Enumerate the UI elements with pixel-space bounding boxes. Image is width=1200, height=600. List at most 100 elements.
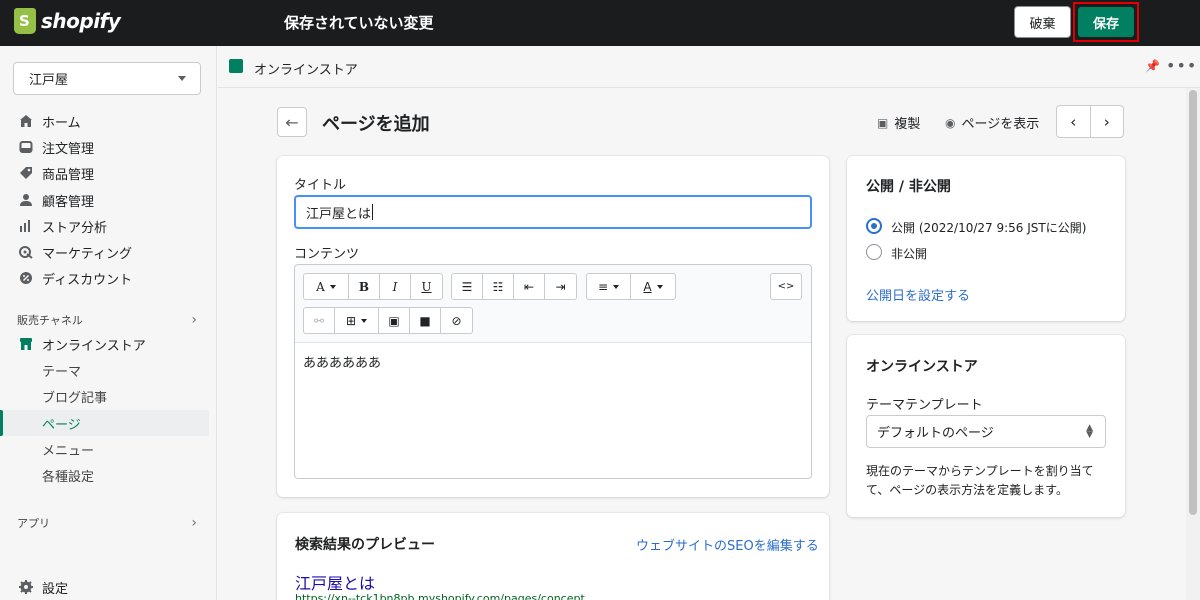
visible-radio[interactable] [866, 218, 882, 234]
seo-preview-heading: 検索結果のプレビュー [295, 537, 435, 553]
subitem-label: メニュー [42, 443, 95, 459]
sidebar-item-label: ホーム [42, 115, 81, 131]
bullet-list-button[interactable]: ☰ [452, 274, 483, 299]
bold-button[interactable]: B [349, 274, 380, 299]
title-label: タイトル [294, 178, 347, 193]
gear-icon [19, 580, 33, 594]
table-icon: ⊞ [345, 313, 357, 328]
save-button-highlight: 保存 [1073, 2, 1139, 42]
duplicate-icon: ▣ [877, 115, 889, 130]
outdent-button[interactable]: ⇤ [514, 274, 545, 299]
text-color-button[interactable]: A [631, 274, 675, 299]
sidebar-subitem-themes[interactable]: テーマ [0, 357, 209, 383]
view-page-button[interactable]: ◉ ページを表示 [945, 113, 1039, 133]
edit-seo-link[interactable]: ウェブサイトのSEOを編集する [636, 535, 819, 554]
text-format-group: A B I U [303, 273, 443, 300]
inbox-icon [19, 141, 33, 153]
sidebar-subitem-menus[interactable]: メニュー [0, 436, 209, 462]
shopify-logo[interactable]: shopify [14, 8, 121, 34]
insert-table-button[interactable]: ⊞ [335, 308, 379, 333]
indent-button[interactable]: ⇥ [545, 274, 576, 299]
insert-image-button[interactable]: ▣ [379, 308, 410, 333]
dropdown-caret-icon [656, 284, 663, 289]
sidebar-item-marketing[interactable]: マーケティング [0, 239, 217, 265]
hidden-radio[interactable] [866, 244, 882, 260]
html-code-button[interactable]: <> [771, 274, 801, 299]
sidebar-item-analytics[interactable]: ストア分析 [0, 213, 217, 239]
bullet-list-icon: ☰ [461, 279, 473, 294]
discard-button[interactable]: 破棄 [1014, 6, 1071, 38]
sidebar-item-label: ストア分析 [42, 220, 108, 236]
sidebar-subitem-pages[interactable]: ページ [0, 410, 209, 436]
unsaved-changes-message: 保存されていない変更 [284, 14, 434, 32]
italic-button[interactable]: I [380, 274, 411, 299]
sidebar-item-label: ディスカウント [42, 272, 133, 288]
sales-channels-heading[interactable]: 販売チャネル › [17, 312, 197, 328]
align-left-icon: ≡ [597, 279, 609, 294]
subitem-label: テーマ [42, 364, 82, 380]
sidebar-item-online-store[interactable]: オンラインストア [0, 331, 217, 357]
font-style-button[interactable]: A [304, 274, 349, 299]
sidebar-subitem-blog[interactable]: ブログ記事 [0, 383, 209, 409]
previous-page-button[interactable]: ‹ [1057, 106, 1091, 137]
set-visibility-date-link[interactable]: 公開日を設定する [866, 285, 970, 304]
list-group: ☰ ☷ ⇤ ⇥ [451, 273, 577, 300]
theme-template-select[interactable]: デフォルトのページ ▲ ▼ [866, 415, 1106, 448]
store-selector[interactable]: 江戸屋 [13, 62, 201, 95]
editor-body-text[interactable]: ああああああ [303, 352, 381, 371]
sales-channels-label: 販売チャネル [17, 314, 83, 327]
numbered-list-button[interactable]: ☷ [483, 274, 514, 299]
save-button[interactable]: 保存 [1078, 7, 1134, 37]
sidebar-item-orders[interactable]: 注文管理 [0, 134, 217, 160]
duplicate-button[interactable]: ▣ 複製 [877, 113, 920, 133]
hidden-radio-label: 非公開 [891, 247, 928, 261]
more-icon[interactable]: ••• [1166, 56, 1197, 75]
store-icon [20, 338, 32, 350]
align-button[interactable]: ≡ [587, 274, 631, 299]
sidebar-item-settings[interactable]: 設定 [0, 574, 217, 600]
title-value: 江戸屋とは [306, 206, 372, 222]
seo-preview-url: https://xn--tck1bn8pb.myshopify.com/page… [295, 592, 585, 600]
caret-down-icon [178, 76, 186, 81]
template-value: デフォルトのページ [877, 426, 994, 441]
sidebar: 江戸屋 ホーム 注文管理 商品管理 顧客管理 ストア分析 マーケティング ディス… [0, 46, 217, 600]
arrow-left-icon: ← [285, 112, 299, 132]
person-icon [20, 194, 32, 206]
link-icon: ⚯ [313, 313, 325, 328]
editor-toolbar: A B I U ☰ ☷ ⇤ ⇥ ≡ A <> ⚯ ⊞ ▣ ■ ⊘ [295, 265, 811, 343]
sidebar-item-home[interactable]: ホーム [0, 108, 217, 134]
numbered-list-icon: ☷ [492, 279, 504, 294]
insert-link-button[interactable]: ⚯ [304, 308, 335, 333]
text-cursor [372, 204, 374, 220]
sidebar-item-customers[interactable]: 顧客管理 [0, 187, 217, 213]
apps-heading[interactable]: アプリ › [17, 515, 197, 531]
code-group: <> [770, 273, 802, 300]
dropdown-caret-icon [613, 284, 620, 289]
rich-text-editor[interactable]: A B I U ☰ ☷ ⇤ ⇥ ≡ A <> ⚯ ⊞ ▣ ■ ⊘ ああああああ [294, 264, 812, 479]
back-button[interactable]: ← [277, 107, 307, 137]
template-help-text: 現在のテーマからテンプレートを割り当てて、ページの表示方法を定義します。 [866, 464, 1094, 497]
title-input[interactable]: 江戸屋とは [294, 195, 812, 229]
color-btn-label: A [643, 279, 652, 294]
sidebar-item-products[interactable]: 商品管理 [0, 160, 217, 186]
visible-radio-label: 公開 (2022/10/27 9:56 JSTに公開) [891, 221, 1087, 235]
scrollbar-thumb[interactable] [1189, 90, 1197, 515]
underline-button[interactable]: U [411, 274, 442, 299]
discount-icon [20, 272, 32, 284]
sidebar-item-label: オンラインストア [42, 338, 146, 354]
align-color-group: ≡ A [586, 273, 676, 300]
online-store-heading: オンラインストア [866, 359, 978, 375]
sidebar-item-discounts[interactable]: ディスカウント [0, 265, 217, 291]
pin-icon[interactable]: 📌 [1145, 59, 1160, 73]
sidebar-item-label: 注文管理 [42, 141, 95, 157]
channel-label: オンラインストア [254, 63, 358, 78]
scrollbar[interactable] [1186, 88, 1200, 600]
indent-icon: ⇥ [555, 279, 566, 294]
insert-group: ⚯ ⊞ ▣ ■ ⊘ [303, 307, 473, 334]
clear-formatting-button[interactable]: ⊘ [441, 308, 472, 333]
next-page-button[interactable]: › [1091, 106, 1124, 137]
top-bar: shopify 保存されていない変更 破棄 保存 [0, 0, 1200, 46]
insert-video-button[interactable]: ■ [410, 308, 441, 333]
dropdown-caret-icon [329, 284, 336, 289]
sidebar-subitem-preferences[interactable]: 各種設定 [0, 462, 209, 488]
